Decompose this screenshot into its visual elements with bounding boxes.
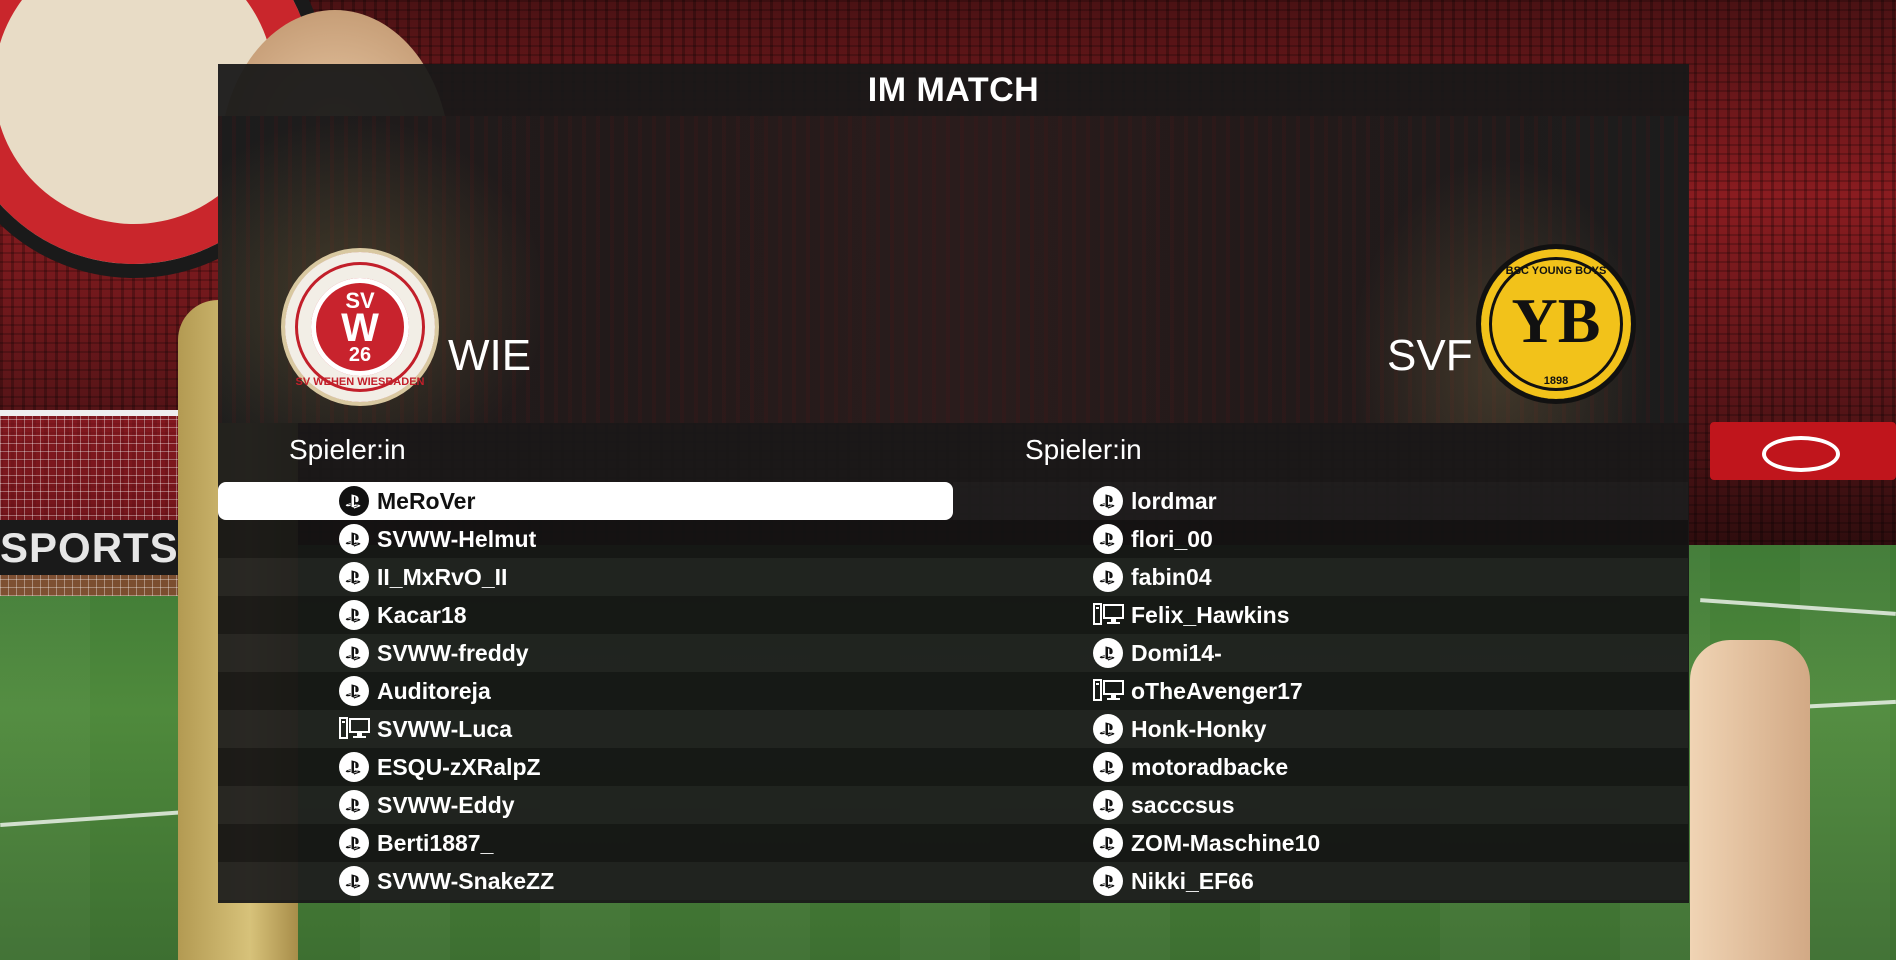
- playstation-icon: [339, 866, 369, 896]
- home-player-list: MeRoVer SVWW-Helmut II_MxRvO_II Kacar18 SVWW…: [218, 482, 953, 900]
- home-team-abbr: WIE: [448, 331, 532, 380]
- away-player-name: motoradbacke: [1131, 753, 1289, 780]
- playstation-icon: [339, 524, 369, 554]
- away-player-row[interactable]: fabin04: [953, 558, 1688, 596]
- pc-icon: [339, 714, 371, 744]
- playstation-icon: [339, 600, 369, 630]
- away-player-list: lordmar flori_00 fabin04 Felix_Hawkins Domi1…: [953, 482, 1688, 900]
- home-player-name: Auditoreja: [377, 677, 491, 704]
- home-player-name: SVWW-Eddy: [377, 791, 515, 818]
- away-player-row[interactable]: oTheAvenger17: [953, 672, 1688, 710]
- page-title: IM MATCH: [867, 71, 1040, 109]
- home-crest-w: W: [341, 306, 379, 350]
- home-player-row[interactable]: SVWW-SnakeZZ: [218, 862, 953, 900]
- away-player-name: oTheAvenger17: [1131, 677, 1303, 704]
- away-player-row[interactable]: sacccsus: [953, 786, 1688, 824]
- home-player-name: SVWW-SnakeZZ: [377, 867, 555, 894]
- away-player-name: sacccsus: [1131, 791, 1235, 818]
- home-player-row[interactable]: SVWW-Helmut: [218, 520, 953, 558]
- away-player-name: fabin04: [1131, 563, 1212, 590]
- away-player-row[interactable]: ZOM-Maschine10: [953, 824, 1688, 862]
- home-player-row[interactable]: ESQU-zXRalpZ: [218, 748, 953, 786]
- home-player-name: ESQU-zXRalpZ: [377, 753, 541, 780]
- away-player-name: Domi14-: [1131, 639, 1222, 666]
- home-player-name: II_MxRvO_II: [377, 563, 508, 590]
- playstation-icon: [339, 638, 369, 668]
- home-team-crest: SV W 26 SV WEHEN WIESBADEN: [281, 248, 439, 406]
- pc-icon: [1093, 600, 1125, 630]
- playstation-icon: [1093, 562, 1123, 592]
- home-player-row[interactable]: SVWW-Luca: [218, 710, 953, 748]
- team-banner: SV W 26 SV WEHEN WIESBADEN WIE SVF BSC Y…: [218, 116, 1689, 423]
- away-player-row[interactable]: Nikki_EF66: [953, 862, 1688, 900]
- home-player-row[interactable]: Auditoreja: [218, 672, 953, 710]
- away-player-row[interactable]: Felix_Hawkins: [953, 596, 1688, 634]
- home-player-name: Berti1887_: [377, 829, 494, 856]
- away-player-row[interactable]: flori_00: [953, 520, 1688, 558]
- playstation-icon: [1093, 752, 1123, 782]
- playstation-icon: [1093, 866, 1123, 896]
- stadium-board: [1710, 422, 1896, 480]
- away-player-name: Felix_Hawkins: [1131, 601, 1290, 628]
- home-player-name: SVWW-Luca: [377, 715, 512, 742]
- playstation-icon: [1093, 486, 1123, 516]
- home-crest-number: 26: [348, 344, 372, 366]
- playstation-icon: [1093, 524, 1123, 554]
- away-player-name: lordmar: [1131, 487, 1217, 514]
- home-player-row[interactable]: MeRoVer: [218, 482, 953, 520]
- player-figure-right: [1690, 640, 1810, 960]
- away-column-header: Spieler:in: [1025, 434, 1142, 465]
- away-player-name: ZOM-Maschine10: [1131, 829, 1321, 856]
- home-player-name: SVWW-Helmut: [377, 525, 537, 552]
- playstation-icon: [339, 486, 369, 516]
- away-player-row[interactable]: lordmar: [953, 482, 1688, 520]
- home-player-name: SVWW-freddy: [377, 639, 529, 666]
- away-player-name: flori_00: [1131, 525, 1213, 552]
- playstation-icon: [339, 790, 369, 820]
- away-player-name: Nikki_EF66: [1131, 867, 1254, 894]
- home-player-name: MeRoVer: [377, 487, 476, 514]
- pitch-line: [1700, 598, 1896, 616]
- away-player-row[interactable]: motoradbacke: [953, 748, 1688, 786]
- playstation-icon: [339, 828, 369, 858]
- away-crest-letters: YB: [1511, 285, 1601, 356]
- home-player-name: Kacar18: [377, 601, 467, 628]
- playstation-icon: [1093, 638, 1123, 668]
- away-player-name: Honk-Honky: [1131, 715, 1267, 742]
- away-crest-year: 1898: [1543, 375, 1569, 387]
- playstation-icon: [1093, 828, 1123, 858]
- home-player-row[interactable]: Kacar18: [218, 596, 953, 634]
- playstation-icon: [1093, 714, 1123, 744]
- playstation-icon: [339, 676, 369, 706]
- away-crest-ring-text: BSC YOUNG BOYS: [1505, 265, 1607, 277]
- away-team-crest: BSC YOUNG BOYS YB 1898: [1476, 244, 1636, 404]
- away-player-row[interactable]: Honk-Honky: [953, 710, 1688, 748]
- playstation-icon: [339, 752, 369, 782]
- home-player-row[interactable]: SVWW-Eddy: [218, 786, 953, 824]
- home-player-row[interactable]: Berti1887_: [218, 824, 953, 862]
- ad-board: SPORTS: [0, 520, 190, 575]
- home-player-row[interactable]: II_MxRvO_II: [218, 558, 953, 596]
- playstation-icon: [339, 562, 369, 592]
- match-lobby-panel: IM MATCH SV W 26 SV WEHEN WIESBADEN WIE …: [218, 64, 1689, 903]
- pc-icon: [1093, 676, 1125, 706]
- home-crest-shield: SV W 26: [311, 278, 409, 376]
- home-crest-ring-text: SV WEHEN WIESBADEN: [295, 376, 425, 388]
- home-player-row[interactable]: SVWW-freddy: [218, 634, 953, 672]
- away-team-abbr: SVF: [1387, 331, 1473, 380]
- playstation-icon: [1093, 790, 1123, 820]
- home-column-header: Spieler:in: [289, 434, 406, 465]
- away-player-row[interactable]: Domi14-: [953, 634, 1688, 672]
